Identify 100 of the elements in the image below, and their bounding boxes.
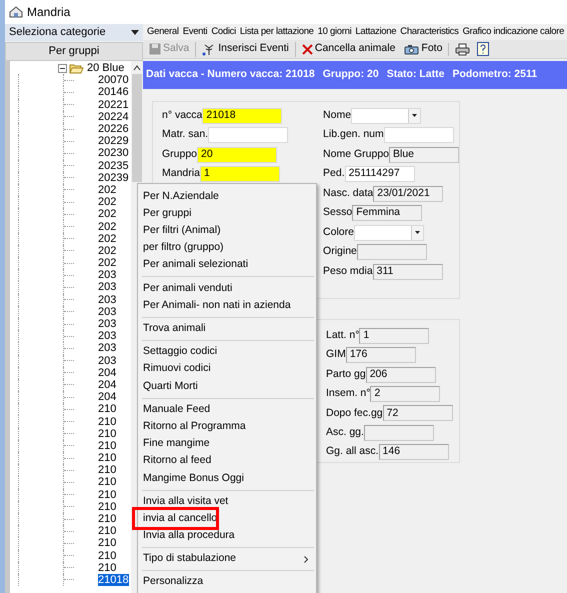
tree-item[interactable]: 203: [98, 281, 116, 294]
context-menu-item[interactable]: Per filtri (Animal): [138, 222, 316, 240]
app-icon: [9, 6, 23, 18]
tree-item[interactable]: 20229: [98, 135, 129, 148]
header-text: Podometro: 2511: [452, 67, 538, 82]
menu-item[interactable]: Eventi: [182, 24, 208, 40]
tree-item[interactable]: 20221: [98, 98, 129, 111]
tree-item[interactable]: 20146: [98, 86, 129, 98]
expander-icon[interactable]: [58, 64, 67, 73]
tree-item[interactable]: 20235: [98, 160, 129, 172]
tree-item[interactable]: 210: [98, 464, 116, 476]
tree-item[interactable]: 210: [98, 428, 116, 440]
tree-item[interactable]: 203: [98, 330, 116, 342]
tree-item[interactable]: 202: [98, 220, 116, 233]
input-field[interactable]: [384, 127, 454, 144]
tree-item[interactable]: 210: [98, 452, 116, 464]
context-menu-item[interactable]: Personalizza: [138, 574, 316, 591]
menu-item[interactable]: Lista per lattazione: [240, 24, 314, 40]
input-field[interactable]: 21018: [202, 108, 282, 124]
category-dropdown[interactable]: Seleziona categorie: [5, 24, 143, 41]
context-menu-item[interactable]: Ritorno al Programma: [138, 418, 316, 436]
menu-item[interactable]: Codici: [211, 24, 236, 40]
context-menu-item[interactable]: Manuale Feed: [138, 401, 316, 418]
context-menu-item[interactable]: Trova animali: [138, 320, 316, 338]
context-menu-item[interactable]: Quarti Morti: [138, 378, 316, 396]
context-menu-item[interactable]: Per animali venduti: [138, 280, 316, 298]
input-field[interactable]: 251114297: [344, 166, 415, 182]
tree-item[interactable]: 202: [98, 184, 116, 196]
input-field: 176: [346, 347, 416, 364]
input-field[interactable]: [208, 127, 288, 144]
menu-item[interactable]: Characteristics: [400, 24, 459, 40]
input-field[interactable]: 20: [197, 146, 278, 163]
tree-item[interactable]: 203: [98, 354, 116, 367]
context-menu-item[interactable]: Tipo di stabulazione: [138, 550, 316, 568]
tree-item[interactable]: 203: [98, 318, 116, 330]
tree-item[interactable]: 202: [98, 232, 116, 245]
tree-item[interactable]: 20230: [98, 147, 129, 160]
context-menu-item[interactable]: Per N.Aziendale: [138, 188, 316, 206]
tree-item[interactable]: 20070: [98, 74, 129, 86]
context-menu-item[interactable]: per filtro (gruppo): [138, 240, 316, 257]
tree-item[interactable]: 20239: [98, 172, 129, 184]
tree-node[interactable]: 20 Blue: [86, 61, 126, 76]
tree-item[interactable]: 202: [98, 244, 116, 257]
tree-item[interactable]: 204: [98, 391, 116, 404]
events-button[interactable]: Inserisci Eventi: [199, 40, 292, 58]
context-menu-item[interactable]: Ritorno al feed: [138, 452, 316, 470]
scroll-up-icon[interactable]: [133, 65, 141, 71]
input-field[interactable]: 1: [200, 166, 280, 182]
tree-item[interactable]: 210: [98, 513, 116, 526]
tree-item[interactable]: 21018: [98, 574, 129, 586]
field-label: Lib.gen. num: [323, 127, 384, 142]
tree-item[interactable]: 202: [98, 196, 116, 208]
tree-item[interactable]: 203: [98, 294, 116, 306]
tree-item[interactable]: 210: [98, 537, 116, 550]
tree-item[interactable]: 210: [98, 525, 116, 538]
tree-item[interactable]: 210: [98, 488, 116, 501]
input-field: Femmina: [352, 205, 422, 222]
tree-item[interactable]: 210: [98, 562, 116, 574]
photo-button[interactable]: Foto: [401, 40, 446, 58]
input-field: Blue: [389, 146, 459, 163]
context-menu-item[interactable]: Per Animali- non nati in azienda: [138, 297, 316, 314]
category-label: Seleziona categorie: [9, 25, 106, 40]
field-label: Nasc. data: [323, 186, 374, 201]
tree-item[interactable]: 210: [98, 550, 116, 562]
context-menu-item[interactable]: Mangime Bonus Oggi: [138, 470, 316, 487]
menu-item[interactable]: Grafico indicazione calore: [462, 24, 564, 40]
tree-item[interactable]: 210: [98, 416, 116, 428]
tree-item[interactable]: 210: [98, 440, 116, 452]
scroll-thumb[interactable]: [132, 74, 142, 182]
input-field: 2: [370, 386, 440, 402]
tree-item[interactable]: 203: [98, 306, 116, 318]
tree-item[interactable]: 210: [98, 500, 116, 513]
tree-item[interactable]: 204: [98, 378, 116, 391]
menu-item[interactable]: 10 giorni: [318, 24, 352, 40]
dropdown-field[interactable]: [351, 108, 422, 124]
context-menu-item[interactable]: invia al cancello: [138, 510, 316, 528]
printer-icon[interactable]: [455, 42, 470, 56]
menu-item[interactable]: Lattazione: [355, 24, 396, 40]
context-menu-item[interactable]: Invia alla visita vet: [138, 493, 316, 510]
tree-item[interactable]: 210: [98, 403, 116, 416]
context-menu-item[interactable]: Per animali selezionati: [138, 256, 316, 274]
tree-item[interactable]: 20224: [98, 110, 129, 123]
input-field: 23/01/2021: [373, 186, 444, 202]
view-button[interactable]: Per gruppi: [5, 42, 143, 61]
tree-item[interactable]: 202: [98, 257, 116, 270]
tree-item[interactable]: 210: [98, 476, 116, 488]
context-menu-item[interactable]: Per gruppi: [138, 205, 316, 222]
tree-item[interactable]: 20226: [98, 123, 129, 136]
context-menu-item[interactable]: Settaggio codici: [138, 344, 316, 361]
help-icon[interactable]: [477, 42, 490, 56]
context-menu-item[interactable]: Fine mangime: [138, 435, 316, 453]
tree-item[interactable]: 203: [98, 342, 116, 354]
tree-item[interactable]: 202: [98, 208, 116, 220]
menu-item[interactable]: General: [147, 24, 179, 40]
delete-button[interactable]: Cancella animale: [298, 40, 398, 58]
dropdown-field[interactable]: [354, 224, 424, 241]
context-menu-item[interactable]: Rimuovi codici: [138, 360, 316, 378]
tree-item[interactable]: 204: [98, 366, 116, 379]
context-menu-item[interactable]: Invia alla procedura: [138, 527, 316, 545]
tree-item[interactable]: 203: [98, 269, 116, 282]
